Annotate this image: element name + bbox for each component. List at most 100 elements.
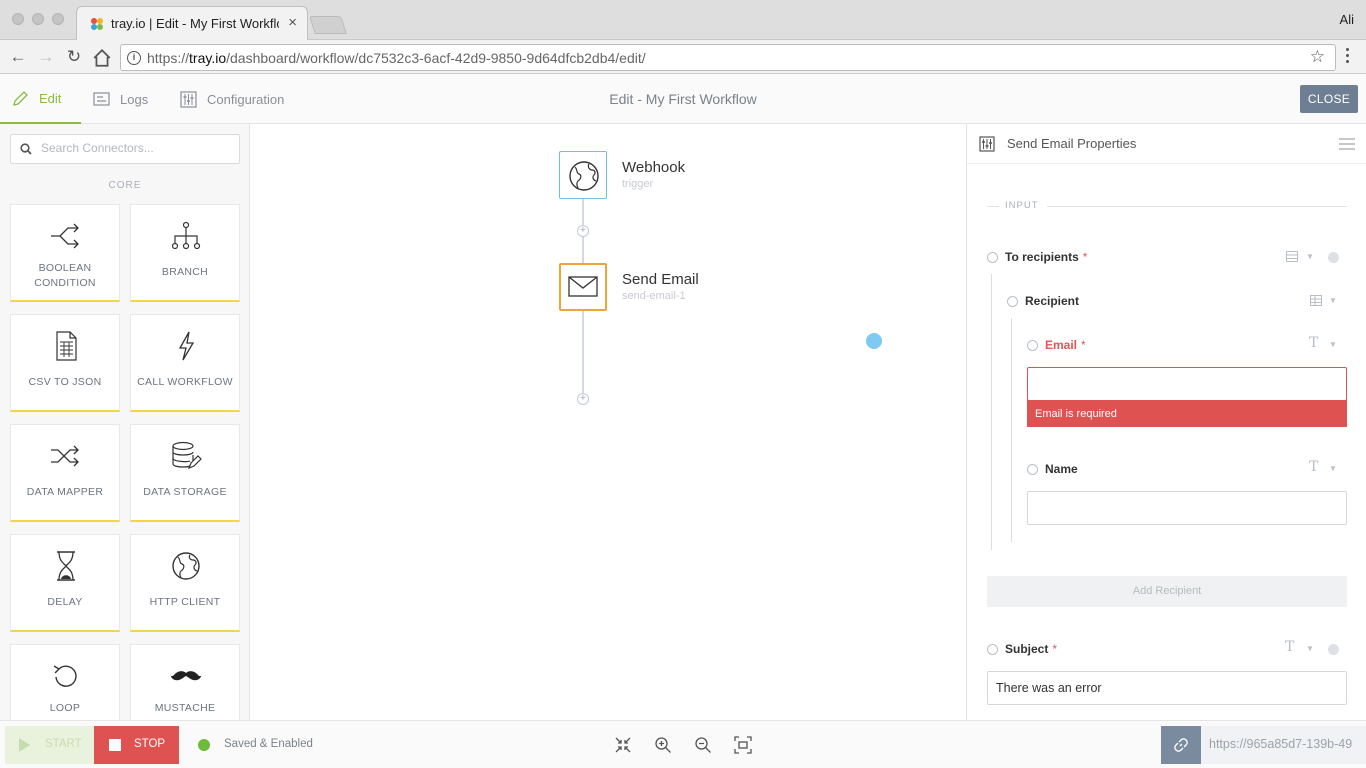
stop-button[interactable]: STOP	[94, 726, 179, 764]
email-field[interactable]	[1027, 367, 1347, 401]
tray-favicon-icon	[91, 18, 103, 30]
status-text: Saved & Enabled	[224, 738, 313, 750]
connector-label: HTTP CLIENT	[149, 596, 221, 608]
csv-to-json-icon	[56, 331, 77, 361]
status-indicator	[198, 739, 210, 751]
chevron-down-icon[interactable]: ▼	[1329, 296, 1337, 305]
profile-name[interactable]: Ali	[1340, 12, 1354, 27]
forward-arrow-icon[interactable]: →	[36, 47, 56, 67]
connector-data-mapper[interactable]: DATA MAPPER	[10, 424, 120, 522]
connector-label: BOOLEAN CONDITION	[34, 262, 96, 289]
connector-csv-to-json[interactable]: CSV TO JSON	[10, 314, 120, 412]
copy-link-button[interactable]	[1161, 726, 1201, 764]
to-recipients-radio[interactable]	[987, 252, 998, 263]
delay-icon	[57, 551, 75, 581]
back-arrow-icon[interactable]: ←	[8, 47, 28, 67]
add-step-icon[interactable]: +	[577, 225, 589, 237]
home-icon[interactable]	[92, 48, 112, 68]
text-type-icon[interactable]: T	[1285, 639, 1294, 655]
app-header: Edit Logs Configuration Edit - My First …	[0, 74, 1366, 124]
zoom-out-icon[interactable]	[694, 736, 712, 754]
window-zoom-button[interactable]	[52, 13, 64, 25]
text-type-icon[interactable]: T	[1309, 459, 1318, 475]
text-type-icon[interactable]: T	[1309, 335, 1318, 351]
tab-configuration[interactable]: Configuration	[180, 74, 284, 124]
name-radio[interactable]	[1027, 464, 1038, 475]
tab-logs[interactable]: Logs	[93, 74, 148, 124]
browser-tab[interactable]: tray.io | Edit - My First Workflow ×	[76, 6, 308, 40]
node-send-email[interactable]	[559, 263, 607, 311]
play-icon	[19, 738, 30, 752]
tab-close-icon[interactable]: ×	[288, 14, 297, 31]
connector-search[interactable]	[10, 134, 240, 164]
bookmark-star-icon[interactable]: ☆	[1310, 47, 1325, 67]
hamburger-menu-icon[interactable]	[1339, 138, 1355, 153]
subject-radio[interactable]	[987, 644, 998, 655]
connector-http-client[interactable]: HTTP CLIENT	[130, 534, 240, 632]
browser-menu-icon[interactable]	[1346, 48, 1350, 66]
tab-configuration-label: Configuration	[207, 91, 285, 107]
data-storage-icon	[172, 441, 202, 470]
start-button[interactable]: START	[5, 726, 94, 764]
properties-header: Send Email Properties	[967, 124, 1366, 164]
connector-boolean-condition[interactable]: BOOLEAN CONDITION	[10, 204, 120, 302]
data-mapper-icon	[51, 445, 79, 467]
email-radio[interactable]	[1027, 340, 1038, 351]
window-minimize-button[interactable]	[32, 13, 44, 25]
chevron-down-icon[interactable]: ▼	[1329, 464, 1337, 473]
tree-line	[1011, 318, 1012, 542]
connector-mustache[interactable]: MUSTACHE	[130, 644, 240, 720]
connector-label: DATA MAPPER	[26, 486, 104, 498]
tab-title: tray.io | Edit - My First Workflow	[111, 16, 279, 31]
reset-view-icon[interactable]	[734, 736, 752, 754]
email-error-message: Email is required	[1027, 400, 1347, 427]
node-title: Webhook	[622, 159, 686, 176]
chevron-down-icon[interactable]: ▼	[1329, 340, 1337, 349]
search-icon	[20, 143, 32, 155]
pencil-icon	[13, 90, 28, 106]
connector-call-workflow[interactable]: CALL WORKFLOW	[130, 314, 240, 412]
recipient-label: Recipient	[1025, 294, 1080, 308]
webhook-url[interactable]: https://965a85d7-139b-49	[1201, 726, 1366, 764]
reload-icon[interactable]: ↻	[64, 47, 84, 67]
search-input[interactable]	[41, 141, 231, 155]
list-type-icon[interactable]	[1286, 251, 1298, 262]
logs-icon	[93, 92, 110, 106]
connector-label: LOOP	[49, 702, 81, 714]
chevron-down-icon[interactable]: ▼	[1306, 644, 1314, 653]
node-webhook[interactable]	[559, 151, 607, 199]
subject-label: Subject *	[1005, 642, 1058, 656]
mustache-icon	[170, 671, 202, 681]
add-recipient-button[interactable]: Add Recipient	[987, 576, 1347, 607]
connection-line	[582, 311, 584, 399]
tab-edit-label: Edit	[39, 90, 62, 106]
node-title: Send Email	[622, 271, 699, 288]
new-tab-button[interactable]	[309, 16, 347, 34]
connector-loop[interactable]: LOOP	[10, 644, 120, 720]
chevron-down-icon[interactable]: ▼	[1306, 252, 1314, 261]
window-close-button[interactable]	[12, 13, 24, 25]
connector-data-storage[interactable]: DATA STORAGE	[130, 424, 240, 522]
field-options-dot[interactable]	[1328, 252, 1339, 263]
sliders-icon	[180, 90, 197, 108]
close-button[interactable]: CLOSE	[1300, 85, 1358, 113]
fit-to-screen-icon[interactable]	[614, 736, 632, 754]
zoom-in-icon[interactable]	[654, 736, 672, 754]
address-bar[interactable]: i https://tray.io/dashboard/workflow/dc7…	[120, 44, 1336, 71]
tab-logs-label: Logs	[120, 91, 149, 107]
object-type-icon[interactable]	[1310, 295, 1322, 306]
connector-branch[interactable]: BRANCH	[130, 204, 240, 302]
add-step-icon[interactable]: +	[577, 393, 589, 405]
tab-edit[interactable]: Edit	[0, 74, 82, 124]
call-workflow-icon	[178, 331, 195, 361]
name-label: Name	[1045, 462, 1078, 476]
name-field[interactable]	[1027, 491, 1347, 525]
connector-label: BRANCH	[161, 266, 209, 278]
site-info-icon[interactable]: i	[127, 51, 141, 65]
subject-field[interactable]: There was an error	[987, 671, 1347, 705]
workflow-canvas[interactable]: + + Webhook trigger Send Email send-emai…	[251, 124, 966, 720]
field-options-dot[interactable]	[1328, 644, 1339, 655]
tree-line	[991, 274, 992, 550]
recipient-radio[interactable]	[1007, 296, 1018, 307]
connector-delay[interactable]: DELAY	[10, 534, 120, 632]
